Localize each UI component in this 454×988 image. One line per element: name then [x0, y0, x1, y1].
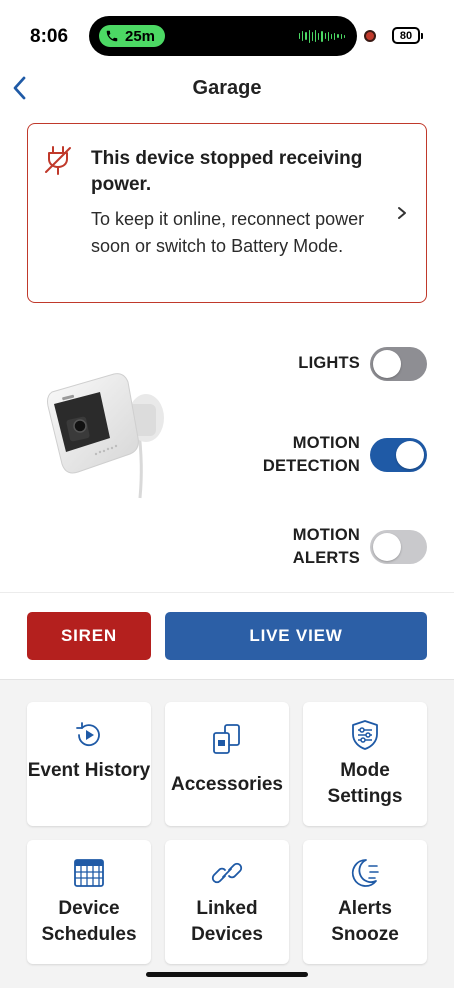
feature-grid: Event History Accessories Mode Settings …: [0, 679, 454, 988]
audio-waveform-icon: [299, 29, 346, 43]
tile-event-history[interactable]: Event History: [27, 702, 151, 826]
phone-icon: [106, 30, 118, 42]
mode-shield-sliders-icon: [352, 720, 378, 750]
tile-alerts-snooze[interactable]: Alerts Snooze: [303, 840, 427, 964]
chevron-right-icon: [398, 207, 406, 219]
live-view-button[interactable]: LIVE VIEW: [165, 612, 427, 660]
tile-linked-devices[interactable]: Linked Devices: [165, 840, 289, 964]
motion-detection-toggle[interactable]: [370, 438, 427, 472]
history-play-icon: [76, 722, 100, 747]
tile-accessories[interactable]: Accessories: [165, 702, 289, 826]
camera-device-image: [47, 373, 164, 499]
dynamic-island[interactable]: 25m: [89, 16, 357, 56]
tile-label: Event History: [27, 760, 151, 781]
status-time: 8:06: [30, 26, 69, 47]
tile-label: Mode Settings: [327, 760, 403, 807]
tile-mode-settings[interactable]: Mode Settings: [303, 702, 427, 826]
tile-label: Linked Devices: [191, 898, 263, 945]
accessories-icon: [213, 724, 240, 754]
alert-title: This device stopped receiving power.: [91, 148, 363, 195]
lights-toggle[interactable]: [370, 347, 427, 381]
motion-detection-label: MOTION DETECTION: [262, 434, 360, 475]
motion-alerts-label: MOTION ALERTS: [292, 526, 360, 567]
section-divider: [0, 592, 454, 593]
tile-label: Alerts Snooze: [331, 898, 399, 945]
motion-alerts-toggle[interactable]: [370, 530, 427, 564]
tile-device-schedules[interactable]: Device Schedules: [27, 840, 151, 964]
alert-message: To keep it online, reconnect power soon …: [91, 209, 365, 256]
link-icon: [211, 862, 243, 884]
snooze-moon-icon: [351, 859, 379, 887]
toggle-knob: [396, 441, 424, 469]
page-title: Garage: [192, 77, 262, 99]
battery-level: 80: [399, 29, 413, 42]
lights-label: LIGHTS: [298, 354, 360, 372]
call-duration: 25m: [125, 27, 156, 45]
toggle-knob: [373, 350, 401, 378]
power-alert-banner[interactable]: This device stopped receiving power. To …: [27, 123, 427, 303]
calendar-icon: [74, 859, 104, 887]
siren-button[interactable]: SIREN: [27, 612, 151, 660]
tile-label: Device Schedules: [41, 898, 137, 945]
toggle-knob: [373, 533, 401, 561]
home-indicator[interactable]: [146, 972, 308, 977]
power-disconnected-icon: [45, 146, 71, 175]
active-call-pill[interactable]: 25m: [99, 25, 166, 47]
tile-label: Accessories: [171, 774, 283, 795]
recording-indicator-icon: [364, 30, 376, 42]
battery-icon: 80: [392, 27, 423, 44]
